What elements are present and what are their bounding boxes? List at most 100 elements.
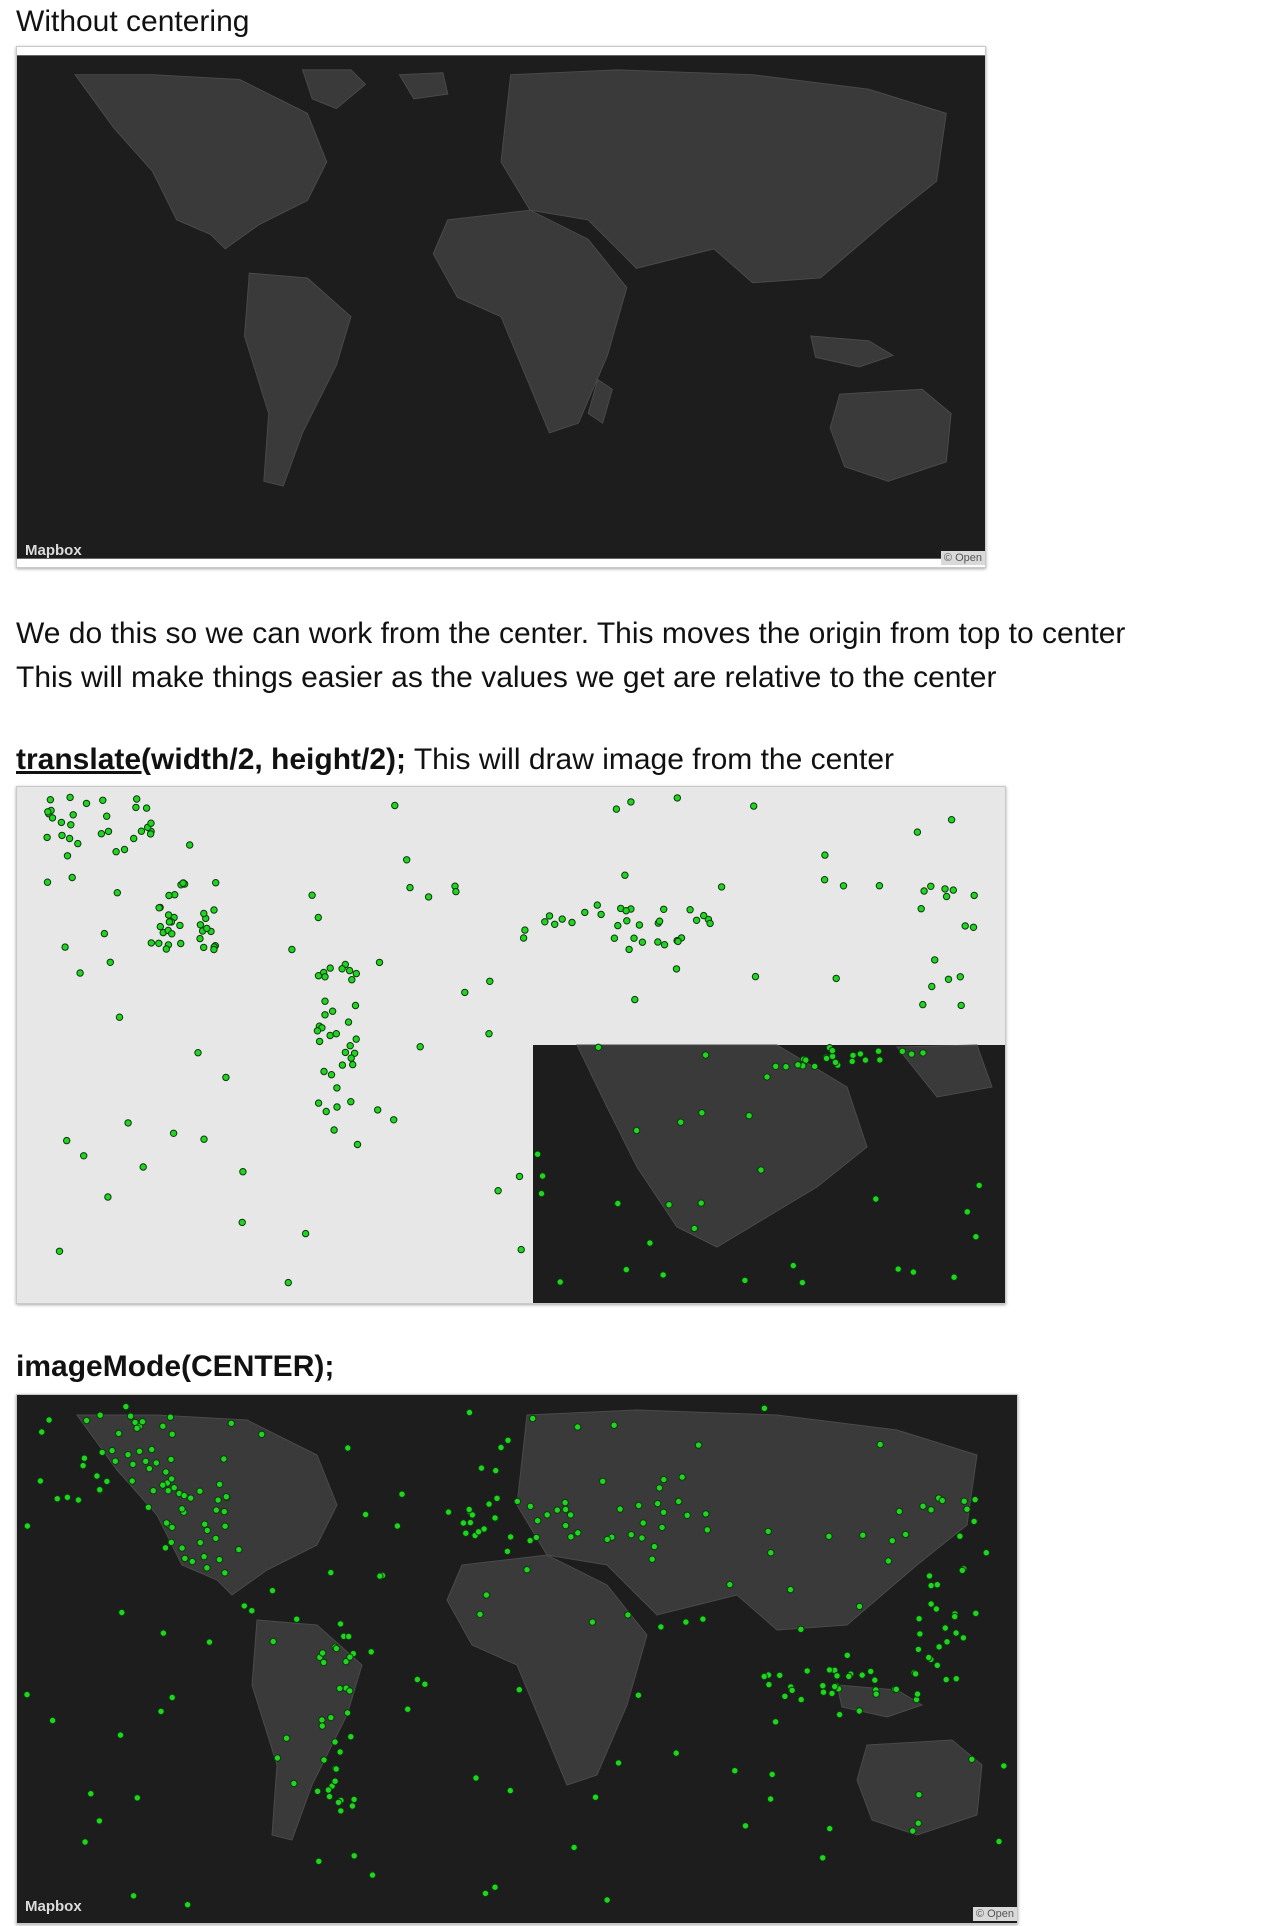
earthquake-marker: [220, 1455, 228, 1463]
map-attribution-centered[interactable]: © Open: [972, 1907, 1017, 1921]
earthquake-marker: [825, 1666, 834, 1674]
earthquake-marker: [657, 1623, 665, 1631]
earthquake-marker: [132, 803, 140, 812]
earthquake-marker: [390, 1116, 398, 1124]
earthquake-marker: [273, 1754, 282, 1762]
earthquake-marker: [672, 965, 681, 973]
earthquake-marker: [655, 917, 664, 925]
earthquake-marker: [220, 1507, 229, 1516]
earthquake-marker: [82, 799, 91, 808]
earthquake-marker: [466, 1518, 475, 1527]
earthquake-marker: [682, 1618, 690, 1626]
earthquake-marker: [486, 977, 494, 986]
earthquake-marker: [338, 965, 346, 973]
earthquake-marker: [914, 1819, 922, 1827]
earthquake-marker: [895, 1507, 903, 1516]
map-attribution[interactable]: © Open: [940, 551, 985, 565]
earthquake-marker: [76, 969, 84, 977]
earthquake-marker: [928, 982, 936, 991]
earthquake-marker: [959, 1634, 968, 1642]
earthquake-marker: [461, 988, 469, 997]
earthquake-marker: [162, 1519, 171, 1527]
earthquake-marker: [760, 1672, 768, 1681]
earthquake-marker: [831, 1682, 839, 1691]
earthquake-marker: [38, 1428, 46, 1436]
earthquake-marker: [215, 1555, 224, 1564]
earthquake-marker: [393, 1522, 402, 1530]
earthquake-marker: [162, 945, 171, 953]
earthquake-marker: [963, 1505, 971, 1513]
earthquake-marker: [888, 1537, 896, 1545]
earthquake-marker: [258, 1430, 266, 1438]
earthquake-marker: [526, 1536, 534, 1545]
earthquake-marker: [349, 1060, 357, 1069]
earthquake-marker: [186, 841, 194, 849]
earthquake-marker: [788, 1686, 796, 1694]
earthquake-marker: [674, 1497, 683, 1506]
earthquake-marker: [493, 1494, 501, 1503]
earthquake-marker: [789, 1261, 797, 1270]
earthquake-marker: [170, 1484, 178, 1492]
earthquake-marker: [332, 1644, 341, 1653]
earthquake-marker: [935, 1643, 943, 1651]
earthquake-marker: [624, 1611, 632, 1619]
earthquake-marker: [333, 1103, 341, 1111]
earthquake-marker: [692, 916, 701, 925]
earthquake-marker: [196, 1487, 204, 1495]
earthquake-marker: [523, 1566, 531, 1574]
earthquake-marker: [630, 934, 638, 942]
earthquake-marker: [459, 1519, 468, 1527]
earthquake-marker: [239, 1168, 247, 1176]
code-translate-args: width/2, height/2);: [151, 743, 407, 776]
earthquake-marker: [950, 1273, 958, 1281]
translated-canvas: [17, 787, 1005, 1303]
earthquake-marker: [625, 945, 633, 954]
earthquake-marker: [745, 1112, 753, 1120]
earthquake-marker: [958, 1566, 966, 1575]
earthquake-marker: [139, 1163, 147, 1171]
earthquake-marker: [210, 945, 218, 954]
earthquake-marker: [961, 922, 969, 930]
earthquake-marker: [318, 1716, 326, 1724]
earthquake-marker: [943, 1638, 951, 1646]
earthquake-marker: [221, 1569, 229, 1577]
earthquake-marker: [766, 1795, 775, 1803]
earthquake-marker: [920, 887, 928, 895]
earthquake-marker: [561, 1498, 569, 1507]
earthquake-marker: [884, 1557, 893, 1565]
earthquake-marker: [196, 934, 204, 943]
earthquake-marker: [176, 921, 184, 930]
earthquake-marker: [320, 1658, 328, 1667]
earthquake-marker: [874, 1047, 883, 1055]
earthquake-marker: [187, 1494, 195, 1502]
earthquake-marker: [214, 1496, 222, 1504]
earthquake-marker: [130, 834, 138, 843]
earthquake-marker: [911, 1670, 920, 1678]
earthquake-marker: [768, 1770, 776, 1779]
earthquake-marker: [482, 1591, 491, 1599]
earthquake-marker: [504, 1436, 512, 1444]
earthquake-marker: [700, 911, 708, 920]
earthquake-marker: [48, 814, 57, 822]
earthquake-marker: [180, 1491, 188, 1500]
earthquake-marker: [93, 1472, 101, 1480]
inset-map-offset: [533, 1044, 1005, 1303]
earthquake-marker: [694, 1441, 703, 1449]
earthquake-marker: [332, 1030, 340, 1038]
earthquake-marker: [771, 1718, 780, 1726]
earthquake-marker: [318, 1649, 327, 1657]
earthquake-marker: [875, 882, 884, 890]
earthquake-marker: [177, 939, 185, 948]
earthquake-marker: [942, 892, 951, 901]
earthquake-marker: [148, 1445, 156, 1454]
earthquake-marker: [53, 1495, 61, 1503]
earthquake-marker: [129, 1892, 138, 1900]
earthquake-marker: [282, 1734, 291, 1742]
earthquake-marker: [513, 1497, 522, 1506]
earthquake-marker: [116, 1731, 125, 1739]
earthquake-marker: [126, 1412, 135, 1420]
earthquake-marker: [941, 885, 949, 893]
earthquake-marker: [66, 793, 74, 802]
earthquake-marker: [634, 1691, 643, 1699]
earthquake-marker: [133, 1424, 141, 1432]
